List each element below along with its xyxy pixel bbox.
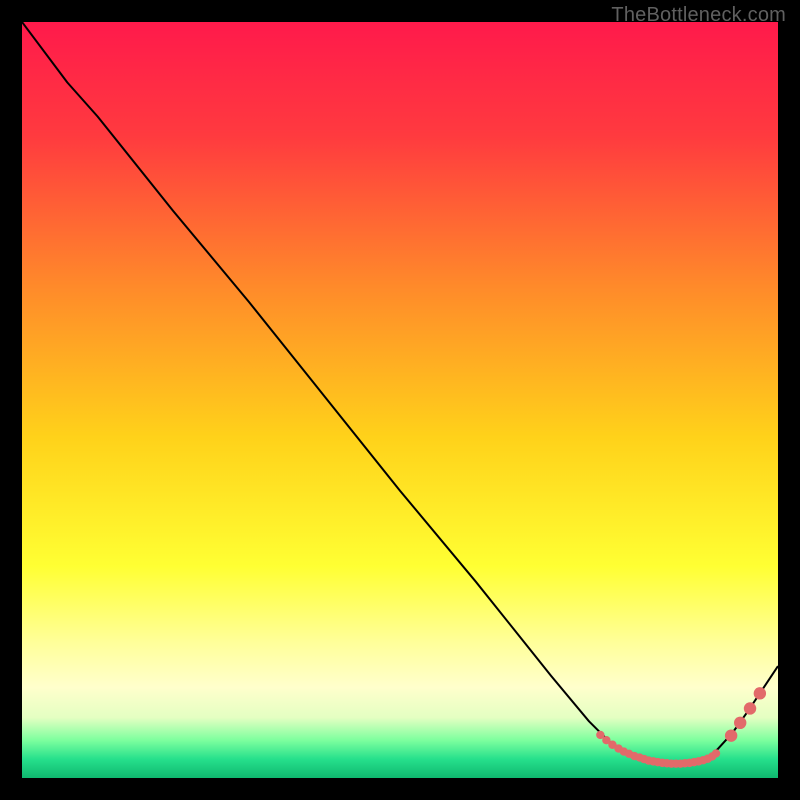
chart-stage: TheBottleneck.com (0, 0, 800, 800)
marker-point (734, 717, 746, 729)
marker-point (754, 687, 766, 699)
marker-point (712, 749, 720, 757)
marker-point (725, 729, 737, 741)
marker-point (744, 702, 756, 714)
gradient-background (22, 22, 778, 778)
plot-area (22, 22, 778, 778)
plot-svg (22, 22, 778, 778)
watermark-label: TheBottleneck.com (611, 4, 786, 27)
